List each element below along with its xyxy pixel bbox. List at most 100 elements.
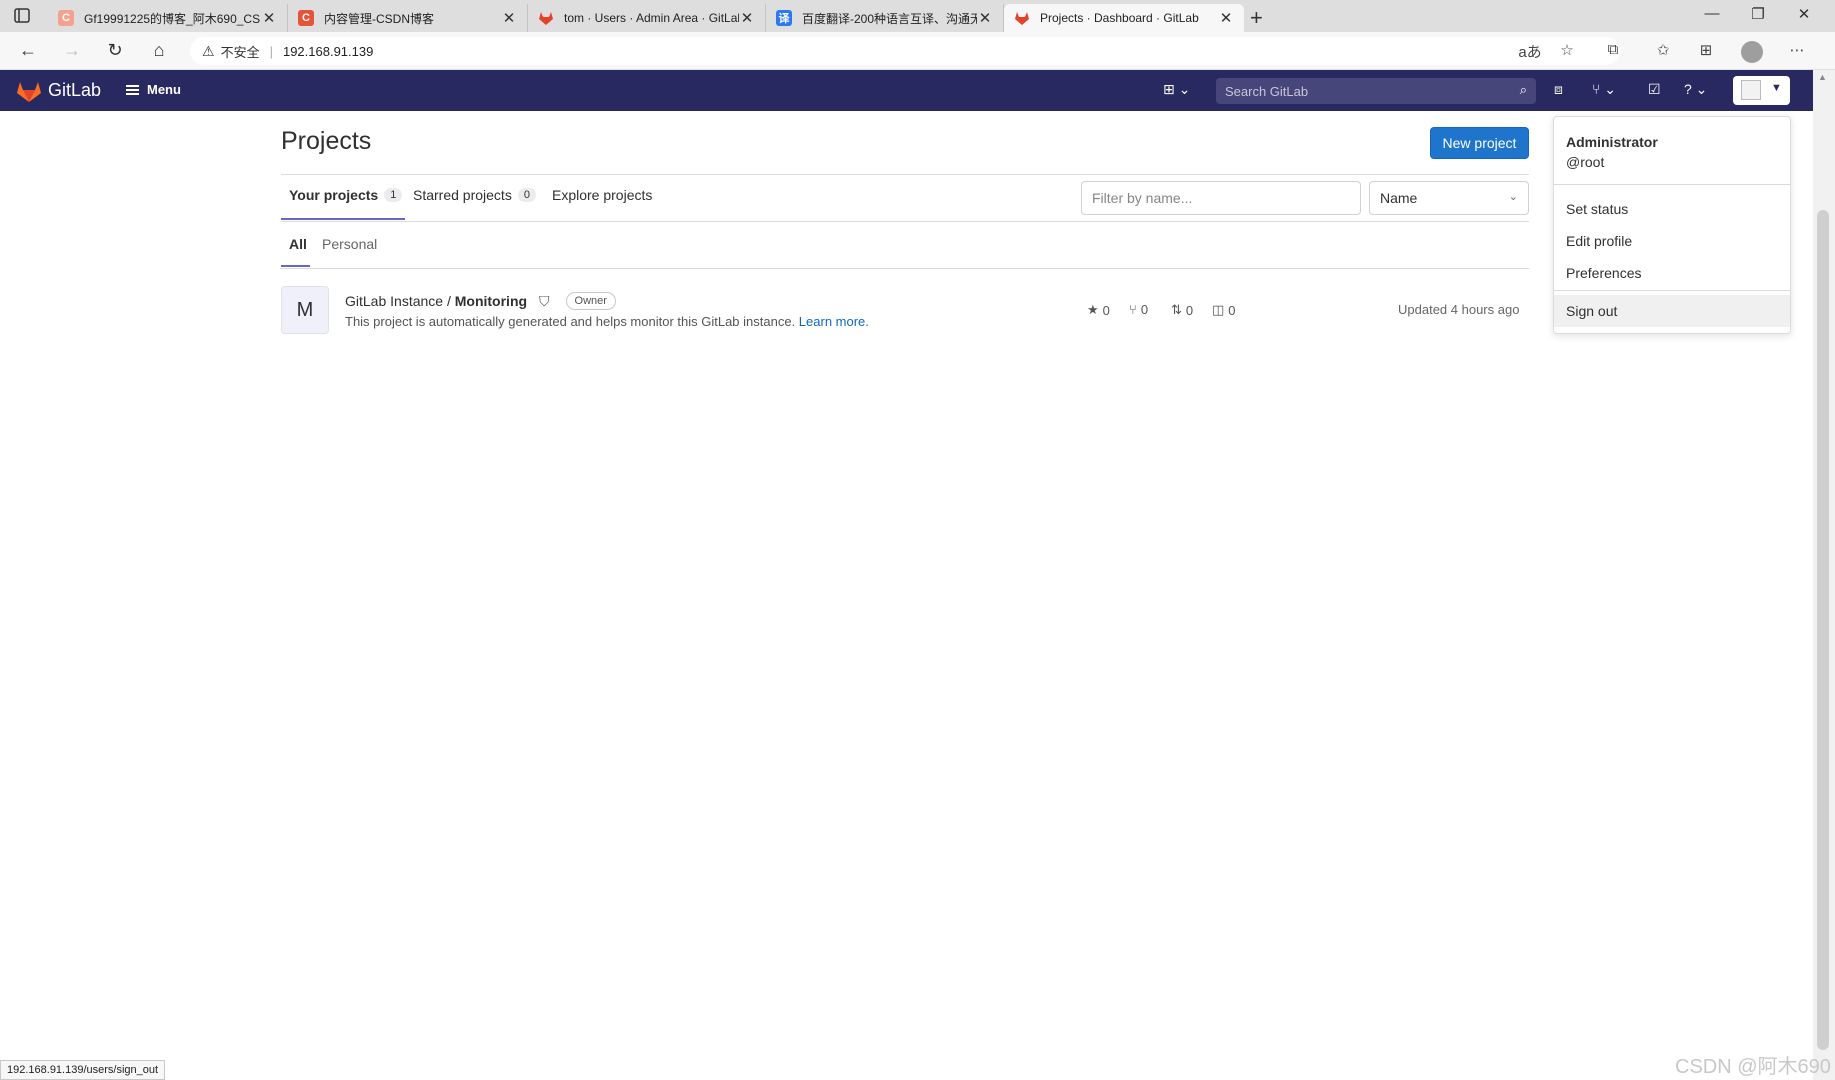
search-input[interactable]: Search GitLab ⌕ [1216, 78, 1536, 104]
browser-toolbar: ← → ↻ ⌂ ⚠ 不安全 | 192.168.91.139 aあ ☆ ⧉ ✩ … [0, 32, 1835, 70]
create-new-icon[interactable]: ⊞ ⌄ [1163, 81, 1190, 98]
watermark: CSDN @阿木690 [1675, 1056, 1831, 1078]
tab-your-projects[interactable]: Your projects 1 [289, 187, 403, 203]
baidu-translate-favicon-icon: 译 [776, 10, 792, 26]
active-subtab-indicator [281, 265, 310, 267]
tab-title: 百度翻译-200种语言互译、沟通无障碍 [802, 11, 977, 26]
address-separator: | [269, 43, 273, 59]
updated-prefix: Updated [1398, 302, 1451, 317]
refresh-icon[interactable]: ↻ [103, 40, 127, 61]
restore-icon[interactable]: ❐ [1735, 5, 1781, 23]
close-tab-icon[interactable]: ✕ [1218, 9, 1234, 27]
fork-count[interactable]: ⑂ 0 [1129, 302, 1148, 317]
merge-request-count-value: 0 [1185, 302, 1194, 318]
tab-label: Starred projects [413, 187, 512, 203]
address-bar[interactable]: ⚠ 不安全 | 192.168.91.139 [190, 37, 1620, 65]
learn-more-link[interactable]: Learn more. [799, 314, 869, 329]
browser-profile-icon[interactable] [1741, 41, 1763, 63]
star-count[interactable]: ★ 0 [1087, 302, 1110, 318]
browser-tab[interactable]: tom · Users · Admin Area · GitLab ✕ [528, 4, 766, 32]
todos-icon[interactable]: ☑ [1648, 81, 1661, 98]
browser-tab[interactable]: 译 百度翻译-200种语言互译、沟通无障碍 ✕ [766, 4, 1004, 32]
user-avatar [1741, 80, 1761, 100]
project-description: This project is automatically generated … [345, 314, 869, 329]
new-tab-icon[interactable]: + [1250, 5, 1263, 31]
warning-icon[interactable]: ⚠ [202, 43, 215, 60]
url-text[interactable]: 192.168.91.139 [283, 44, 373, 59]
fork-icon: ⑂ [1129, 302, 1137, 317]
help-icon[interactable]: ? ⌄ [1684, 81, 1707, 98]
subtab-all[interactable]: All [289, 236, 307, 252]
sign-out-item[interactable]: Sign out [1554, 295, 1790, 327]
close-tab-icon[interactable]: ✕ [261, 9, 277, 27]
dropdown-divider [1554, 290, 1790, 291]
gitlab-favicon-icon [539, 12, 553, 25]
star-icon: ★ [1087, 302, 1099, 317]
insecure-label[interactable]: 不安全 [221, 42, 260, 61]
filter-by-name-input[interactable]: Filter by name... [1081, 181, 1361, 215]
status-bar-url: 192.168.91.139/users/sign_out [0, 1060, 166, 1080]
gitlab-header: GitLab Menu ⊞ ⌄ Search GitLab ⌕ ⧈ ⑂ ⌄ ☑ … [0, 70, 1813, 111]
menu-label: Menu [147, 82, 181, 97]
edit-profile-item[interactable]: Edit profile [1554, 225, 1790, 257]
description-text: This project is automatically generated … [345, 314, 799, 329]
back-icon[interactable]: ← [16, 40, 40, 61]
sort-value: Name [1380, 190, 1418, 206]
tab-actions-icon[interactable] [12, 7, 32, 25]
tab-title: 内容管理-CSDN博客 [324, 11, 434, 26]
more-options-icon[interactable]: ⋯ [1785, 41, 1809, 59]
divider [281, 268, 1529, 269]
active-tab-indicator [281, 218, 405, 220]
star-count-value: 0 [1102, 302, 1110, 318]
main-menu-button[interactable]: Menu [126, 82, 181, 97]
project-namespace[interactable]: GitLab Instance / [345, 293, 455, 309]
browser-tab[interactable]: C Gf19991225的博客_阿木690_CSDN ✕ [48, 4, 288, 32]
merge-request-count[interactable]: ⇅ 0 [1171, 302, 1193, 318]
minimize-icon[interactable]: — [1689, 5, 1735, 22]
scroll-up-icon[interactable]: ▲ [1818, 72, 1827, 82]
browser-tab-strip: C Gf19991225的博客_阿木690_CSDN ✕ C 内容管理-CSDN… [0, 0, 1835, 32]
close-tab-icon[interactable]: ✕ [739, 9, 755, 27]
merge-requests-icon[interactable]: ⑂ ⌄ [1592, 81, 1616, 98]
gitlab-logo-icon[interactable] [16, 79, 42, 103]
count-badge: 1 [384, 188, 403, 202]
tab-explore-projects[interactable]: Explore projects [552, 187, 652, 203]
tab-starred-projects[interactable]: Starred projects 0 [413, 187, 536, 203]
browser-tab-active[interactable]: Projects · Dashboard · GitLab ✕ [1004, 4, 1244, 32]
read-aloud-icon[interactable]: aあ [1518, 41, 1542, 62]
dropdown-username[interactable]: @root [1566, 154, 1604, 170]
user-dropdown-menu: Administrator @root Set status Edit prof… [1553, 116, 1791, 334]
issue-count-value: 0 [1228, 302, 1236, 318]
issues-icon[interactable]: ⧈ [1554, 81, 1563, 98]
project-title[interactable]: GitLab Instance / Monitoring ⛉ Owner [345, 292, 616, 310]
favorites-icon[interactable]: ✩ [1651, 41, 1675, 59]
project-avatar[interactable]: M [281, 286, 329, 334]
user-menu-button[interactable]: ▼ [1733, 76, 1790, 105]
subtab-personal[interactable]: Personal [322, 236, 377, 252]
gitlab-brand[interactable]: GitLab [48, 80, 101, 101]
close-tab-icon[interactable]: ✕ [977, 9, 993, 27]
role-badge: Owner [565, 292, 616, 310]
sort-dropdown[interactable]: Name ⌄ [1369, 181, 1529, 215]
issue-count[interactable]: ◫ 0 [1212, 302, 1236, 318]
close-tab-icon[interactable]: ✕ [501, 9, 517, 27]
shield-icon: ⛉ [539, 292, 550, 309]
new-project-button[interactable]: New project [1430, 127, 1529, 159]
tab-label: Explore projects [552, 187, 653, 203]
updated-time: Updated 4 hours ago [1398, 302, 1519, 317]
chevron-down-icon: ⌄ [1508, 191, 1518, 203]
forward-icon[interactable]: → [60, 40, 84, 61]
collections-icon[interactable]: ⊞ [1694, 41, 1718, 59]
extensions-icon[interactable]: ⧉ [1601, 41, 1625, 58]
merge-request-icon: ⇅ [1171, 302, 1182, 317]
browser-tab[interactable]: C 内容管理-CSDN博客 ✕ [288, 4, 528, 32]
add-favorite-icon[interactable]: ☆ [1555, 41, 1579, 59]
dropdown-user-name[interactable]: Administrator [1566, 134, 1658, 150]
close-window-icon[interactable]: ✕ [1781, 5, 1827, 23]
project-name[interactable]: Monitoring [455, 293, 527, 309]
count-badge: 0 [517, 188, 536, 202]
preferences-item[interactable]: Preferences [1554, 257, 1790, 289]
home-icon[interactable]: ⌂ [147, 40, 171, 61]
set-status-item[interactable]: Set status [1554, 193, 1790, 225]
scrollbar-thumb[interactable] [1817, 210, 1829, 1050]
